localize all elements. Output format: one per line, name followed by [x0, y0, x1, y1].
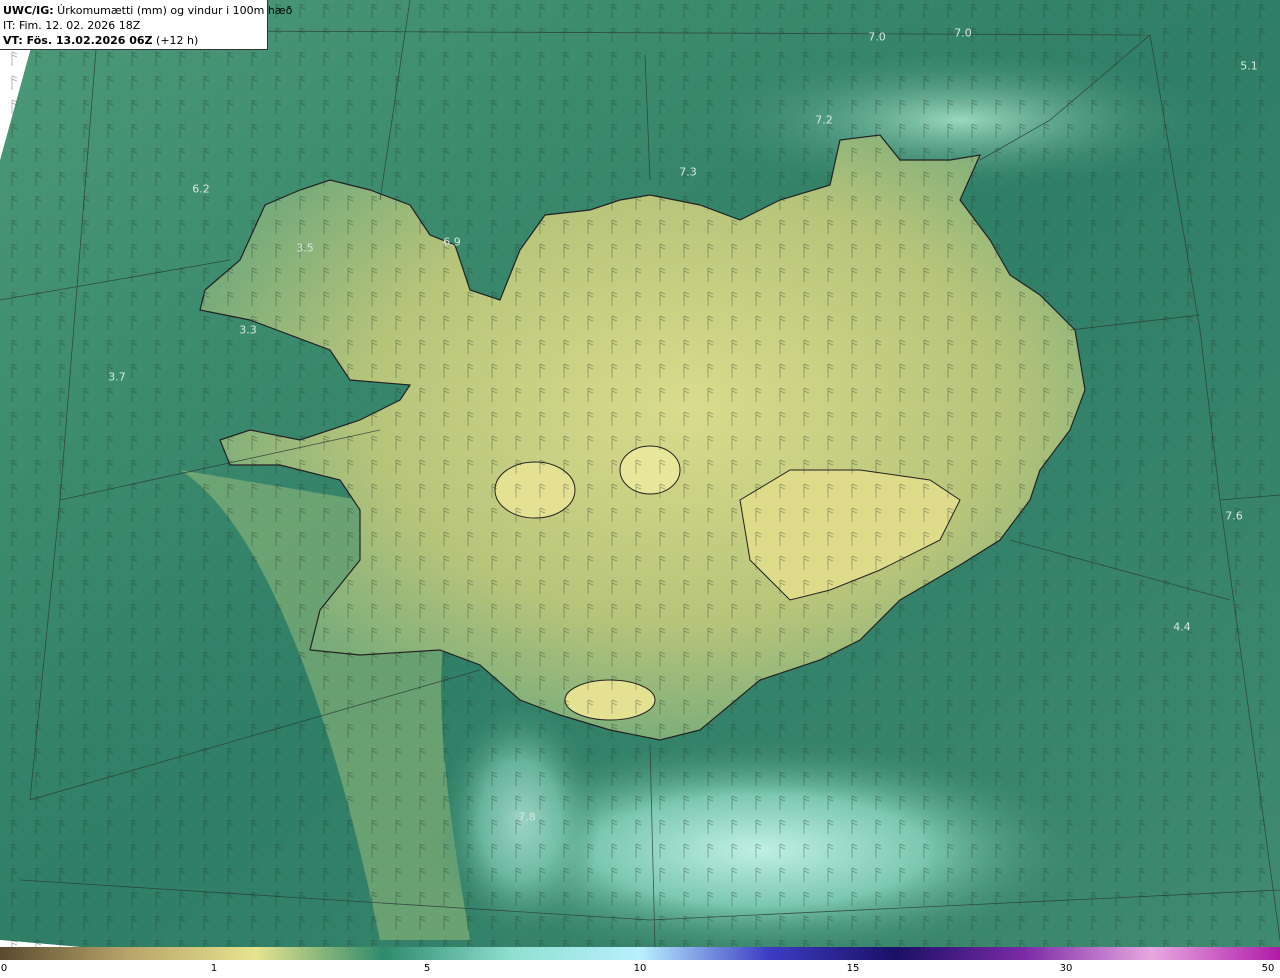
valid-time: VT: Fös. 13.02.2026 06Z: [3, 34, 153, 47]
colorbar-tick: 10: [633, 963, 647, 974]
product-description: Úrkomumætti (mm) og vindur i 100m hæð: [53, 4, 293, 17]
map-label: 7.0: [868, 30, 886, 44]
product-code: UWC/IG:: [3, 4, 54, 17]
map-label: 7.6: [1225, 509, 1243, 523]
map-label: 3.7: [108, 370, 126, 384]
title-box: UWC/IG: Úrkomumætti (mm) og vindur i 100…: [0, 0, 292, 50]
map-canvas: [0, 0, 1280, 947]
map-label: 4.4: [1173, 620, 1191, 634]
colorbar-tick: 0: [0, 963, 8, 974]
map-label: 3.5: [296, 241, 314, 255]
map-label: 7.0: [954, 26, 972, 40]
map-label: 3.3: [239, 323, 257, 337]
init-time: IT: Fim. 12. 02. 2026 18Z: [3, 19, 141, 32]
colorbar-tick: 15: [846, 963, 860, 974]
colorbar-tick: 1: [210, 963, 218, 974]
map-label: 7.8: [518, 810, 536, 824]
valid-offset: (+12 h): [152, 34, 199, 47]
map-label: 6.2: [192, 182, 210, 196]
map-label: 7.3: [679, 165, 697, 179]
map-label: 7.2: [815, 113, 833, 127]
wind-barbs-field: [0, 0, 1280, 947]
colorbar-ticks: 0 1 5 10 15 30 50: [0, 961, 1280, 978]
colorbar-tick: 50: [1261, 963, 1275, 974]
colorbar-tick: 5: [423, 963, 431, 974]
map-label: 6.9: [443, 235, 461, 249]
colorbar-tick: 30: [1059, 963, 1073, 974]
colorbar: [0, 947, 1280, 960]
map-label: 5.1: [1240, 59, 1258, 73]
